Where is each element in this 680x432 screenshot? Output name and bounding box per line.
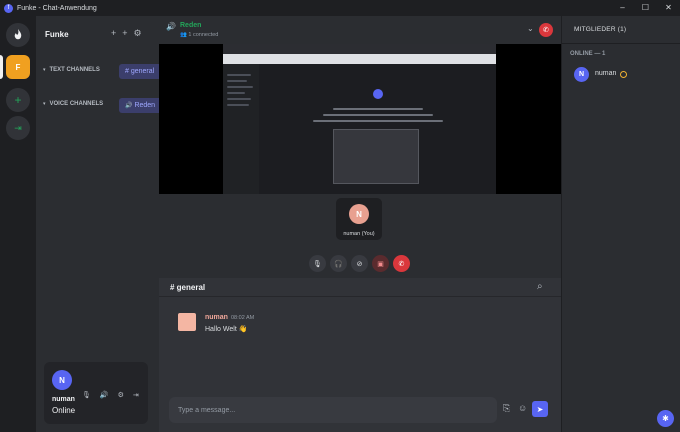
category-text-channels[interactable]: ▾ TEXT CHANNELS [43,67,100,74]
add-channel-button[interactable]: + [122,28,127,39]
avatar[interactable] [178,313,196,331]
microphone-icon[interactable]: 🎙 [82,391,91,399]
app-logo-icon: f [4,3,13,13]
screen-share-icon[interactable]: ▣ [372,255,389,272]
window-controls: – ☐ ✕ [611,0,680,16]
logout-icon[interactable]: ⇥ [133,391,139,399]
online-header: ONLINE — 1 [570,51,606,57]
speaker-icon[interactable]: 🔊 [100,391,109,399]
member-name: numan [595,70,617,77]
connected-text: 1 connected [188,32,219,38]
avatar[interactable]: N [52,370,72,390]
window-title: Funke - Chat-Anwendung [17,4,97,12]
shared-screen-line [227,86,253,88]
active-server-indicator [0,55,3,79]
join-server-button[interactable]: ⇥ [6,116,30,140]
shared-screen-line [227,80,247,82]
participant-name: numan (You) [343,231,375,237]
category-label: TEXT CHANNELS [49,67,100,73]
minimize-button[interactable]: – [611,0,634,16]
channel-label: general [130,68,155,75]
user-name: numan [52,396,75,403]
message-timestamp: 08:02 AM [231,315,255,321]
members-header: MITGLIEDER (1) [562,16,680,44]
channel-general[interactable]: # general [119,64,159,79]
speaker-icon: 🔊 [166,22,176,31]
message-input[interactable] [178,397,478,423]
shared-screen-nested-window [333,129,419,184]
participant-tile[interactable]: N numan (You) [336,198,382,240]
screen-share-stage[interactable] [159,44,561,194]
members-sidebar: MITGLIEDER (1) ONLINE — 1 N numan [561,16,680,432]
home-button[interactable] [6,23,30,47]
avatar: N [574,67,589,82]
server-rail: F + ⇥ [0,16,37,432]
connected-count: 👥 1 connected [180,32,219,38]
server-funke-button[interactable]: F [6,55,30,79]
call-controls: 🎙 🎧 ⊘ ▣ ✆ [159,252,561,278]
hash-icon: # [125,68,129,75]
title-bar: f Funke - Chat-Anwendung – ☐ ✕ [0,0,680,16]
shared-screen-line [227,104,249,106]
hang-up-button[interactable]: ✆ [393,255,410,272]
close-window-button[interactable]: ✕ [657,0,680,16]
message-text: Hallo Welt 👋 [205,326,248,333]
send-button[interactable]: ➤ [532,401,548,417]
emoji-icon[interactable]: ☺ [518,403,527,413]
chevron-down-icon: ▾ [43,67,46,73]
chat-channel-header: # general ⌕ [159,278,561,297]
idle-status-icon [620,71,627,78]
shared-screen-line [323,114,433,116]
shared-screen-line [313,120,443,122]
disconnect-button[interactable]: ✆ [539,23,553,37]
user-panel: N numan Online 🎙 🔊 ⚙ ⇥ [44,362,148,424]
gear-icon[interactable]: ⚙ [118,391,124,399]
channel-label: Reden [134,102,156,109]
shared-screen-line [227,92,245,94]
camera-off-icon[interactable]: ⊘ [351,255,368,272]
chevron-down-icon[interactable]: ⌄ [527,24,534,33]
chat-channel-name: # general [170,283,206,292]
chevron-down-icon: ▾ [43,101,46,107]
app-window: f Funke - Chat-Anwendung – ☐ ✕ F + ⇥ Fun… [0,0,680,432]
participant-tiles: N numan (You) [159,194,561,252]
bug-report-button[interactable]: ✱ [657,410,674,427]
flame-icon [14,29,22,40]
user-status: Online [52,406,76,415]
channel-sidebar: Funke + + ⚙ ▾ TEXT CHANNELS # general ▾ VO… [37,16,159,432]
microphone-icon[interactable]: 🎙 [309,255,326,272]
voice-header: 🔊 Reden 👥 1 connected ⌄ ✆ [159,16,561,44]
avatar: N [349,204,369,224]
speaker-icon: 🔊 [125,103,133,109]
voice-channel-name: Reden [180,22,202,29]
main-area: 🔊 Reden 👥 1 connected ⌄ ✆ N numan (You) … [159,16,561,432]
user-controls: 🎙 🔊 ⚙ ⇥ [82,391,139,399]
server-name: Funke [45,30,69,39]
shared-screen-line [227,74,251,76]
server-controls: + + ⚙ [111,28,142,39]
message-composer [169,397,497,423]
shared-screen-preview [223,44,496,194]
add-server-button[interactable]: + [6,88,30,112]
maximize-button[interactable]: ☐ [634,0,657,16]
channel-reden[interactable]: 🔊 Reden [119,98,159,113]
headphones-icon[interactable]: 🎧 [330,255,347,272]
gear-icon[interactable]: ⚙ [134,28,142,39]
message-author[interactable]: numan [205,314,228,321]
shared-screen-urlbar [223,54,496,64]
search-icon[interactable]: ⌕ [537,281,543,292]
shared-screen-line [333,108,423,110]
category-label: VOICE CHANNELS [49,101,104,107]
shared-screen-logo [373,89,383,99]
paperclip-icon[interactable]: ⎘ [503,403,510,414]
shared-screen-sidebar [223,64,259,194]
category-voice-channels[interactable]: ▾ VOICE CHANNELS [43,101,103,108]
plus-small-icon[interactable]: + [111,28,116,39]
shared-screen-tabbar [223,44,496,54]
shared-screen-line [227,98,251,100]
